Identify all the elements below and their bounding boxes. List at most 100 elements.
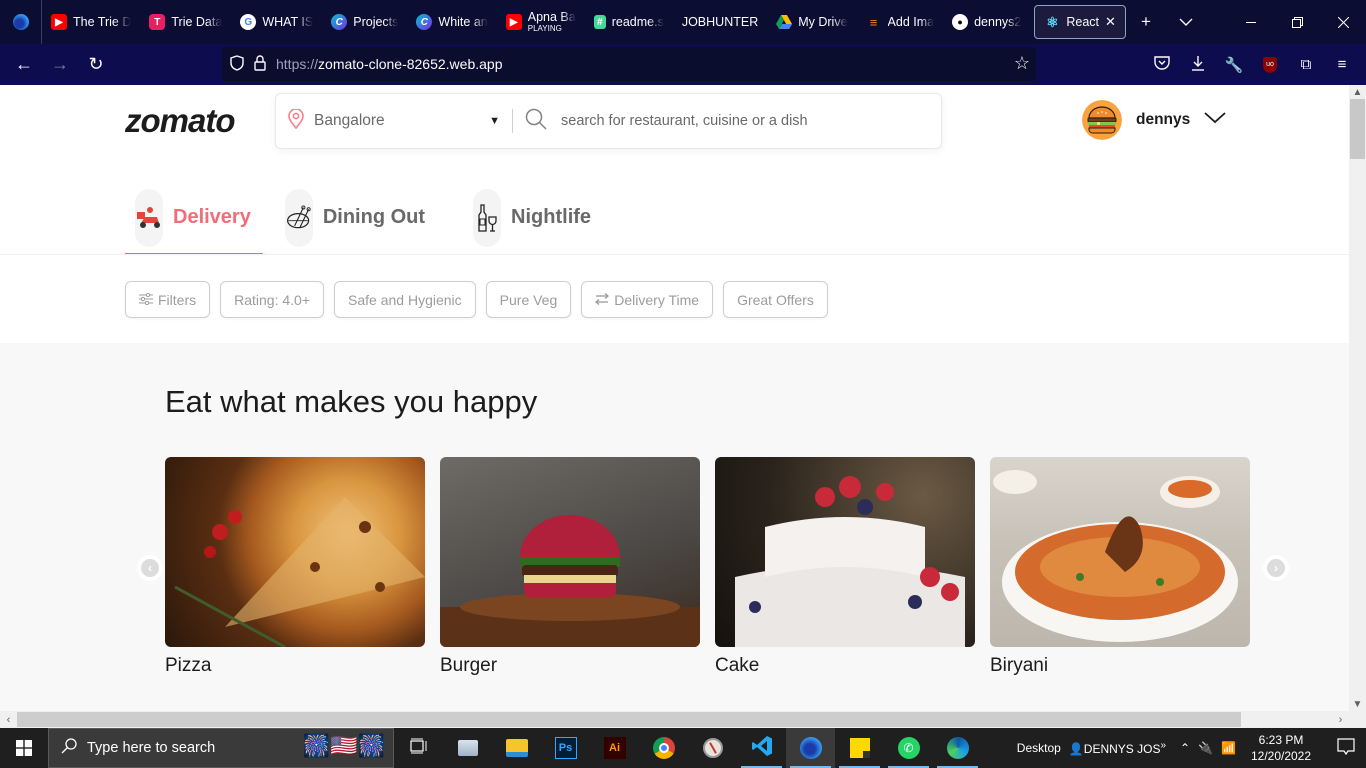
- horizontal-scroll-thumb[interactable]: [17, 712, 1241, 727]
- desktop-toolbar-label[interactable]: Desktop: [1017, 741, 1061, 755]
- trie-icon: T: [149, 14, 166, 30]
- reload-button[interactable]: ↻: [78, 47, 114, 83]
- taskbar-search[interactable]: Type here to search 🎆🇺🇸🎆: [48, 728, 394, 768]
- tab-delivery[interactable]: Delivery: [125, 180, 263, 255]
- burger-avatar-icon: [1082, 100, 1122, 140]
- scroll-right-arrow[interactable]: ›: [1332, 711, 1349, 728]
- devtools-button[interactable]: 🔧: [1216, 47, 1252, 83]
- list-all-tabs-button[interactable]: [1166, 0, 1206, 44]
- carousel-prev-button[interactable]: ‹: [141, 559, 159, 577]
- downloads-button[interactable]: [1180, 47, 1216, 83]
- browser-tab[interactable]: G WHAT IS: [231, 0, 322, 44]
- firefox-view-button[interactable]: [0, 0, 42, 44]
- browser-tab[interactable]: ≡ Add Ima: [857, 0, 944, 44]
- taskbar-app-edge[interactable]: [933, 728, 982, 768]
- user-toolbar[interactable]: 👤DENNYS JOS»: [1069, 740, 1166, 756]
- scroll-down-arrow[interactable]: ▼: [1349, 697, 1366, 711]
- user-menu[interactable]: dennys: [1082, 100, 1226, 140]
- filter-chip-great-offers[interactable]: Great Offers: [723, 281, 828, 318]
- scroll-left-arrow[interactable]: ‹: [0, 711, 17, 728]
- tab-title: Projects: [353, 15, 399, 29]
- browser-nav-bar: ← → ↻ https://zomato-clone-82652.web.app…: [0, 44, 1366, 85]
- taskbar-app-illustrator[interactable]: Ai: [590, 728, 639, 768]
- tab-title: readme.s: [611, 15, 664, 29]
- scroll-up-arrow[interactable]: ▲: [1349, 85, 1366, 99]
- photoshop-icon: Ps: [554, 737, 577, 759]
- browser-tab[interactable]: # readme.s: [585, 0, 673, 44]
- browser-tab[interactable]: C Projects: [322, 0, 407, 44]
- new-tab-button[interactable]: +: [1126, 0, 1166, 44]
- tab-nightlife[interactable]: Nightlife: [463, 180, 603, 255]
- pocket-button[interactable]: [1144, 47, 1180, 83]
- close-window-button[interactable]: [1320, 0, 1366, 44]
- browser-tab[interactable]: My Drive: [767, 0, 856, 44]
- action-center-button[interactable]: [1326, 728, 1366, 768]
- task-view-button[interactable]: [394, 728, 443, 768]
- back-button[interactable]: ←: [6, 47, 42, 83]
- monitor-chart-icon: [457, 740, 478, 756]
- taskbar-app-compass[interactable]: [688, 728, 737, 768]
- filter-chip-rating[interactable]: Rating: 4.0+: [220, 281, 325, 318]
- avatar: [1082, 100, 1122, 140]
- url-host: zomato-clone-82652.web.app: [318, 56, 503, 72]
- battery-icon[interactable]: 🔌: [1198, 741, 1213, 755]
- taskbar-app-resource-monitor[interactable]: [443, 728, 492, 768]
- extensions-button[interactable]: ⧉: [1288, 47, 1324, 83]
- dish-card-biryani[interactable]: Biryani: [990, 457, 1250, 677]
- browser-tab[interactable]: ● dennys2: [943, 0, 1030, 44]
- wifi-icon[interactable]: 📶: [1221, 741, 1236, 755]
- minimize-button[interactable]: [1228, 0, 1274, 44]
- cake-image: [715, 457, 975, 647]
- browser-tab-active[interactable]: ⚛ React ✕: [1034, 5, 1126, 39]
- tab-title: React: [1066, 15, 1100, 29]
- address-bar[interactable]: https://zomato-clone-82652.web.app ☆: [222, 47, 1036, 81]
- zomato-logo[interactable]: zomato: [125, 102, 235, 140]
- bookmark-star-icon[interactable]: ☆: [1014, 53, 1030, 74]
- tab-title: Add Ima: [887, 15, 935, 29]
- taskbar-app-sticky-notes[interactable]: [835, 728, 884, 768]
- playing-indicator: PLAYING: [527, 24, 562, 33]
- taskbar-app-whatsapp[interactable]: ✆: [884, 728, 933, 768]
- vertical-scroll-thumb[interactable]: [1350, 99, 1365, 159]
- taskbar-app-firefox[interactable]: [786, 728, 835, 768]
- vertical-scrollbar[interactable]: ▲ ▼: [1349, 85, 1366, 711]
- forward-button[interactable]: →: [42, 47, 78, 83]
- system-clock[interactable]: 6:23 PM 12/20/2022: [1244, 732, 1318, 764]
- start-button[interactable]: [0, 728, 48, 768]
- filter-chip-safe-hygienic[interactable]: Safe and Hygienic: [334, 281, 476, 318]
- toolbar-overflow-icon[interactable]: »: [1160, 740, 1166, 751]
- lock-icon[interactable]: [254, 54, 266, 74]
- app-menu-button[interactable]: ≡: [1324, 47, 1360, 83]
- close-tab-icon[interactable]: ✕: [1105, 14, 1116, 30]
- filter-chip-pure-veg[interactable]: Pure Veg: [485, 281, 572, 318]
- tracking-protection-shield-icon[interactable]: [230, 54, 244, 74]
- taskbar-app-file-explorer[interactable]: [492, 728, 541, 768]
- location-dropdown[interactable]: Bangalore ▼: [276, 107, 512, 134]
- horizontal-scrollbar[interactable]: ‹ ›: [0, 711, 1349, 728]
- taskbar-app-chrome[interactable]: [639, 728, 688, 768]
- tab-title: Apna Ba PLAYING: [528, 11, 576, 33]
- search-input[interactable]: search for restaurant, cuisine or a dish: [513, 108, 808, 134]
- dish-card-burger[interactable]: Burger: [440, 457, 700, 677]
- restore-button[interactable]: [1274, 0, 1320, 44]
- tab-dining-out[interactable]: Dining Out: [275, 180, 437, 255]
- tab-title: dennys2: [974, 15, 1022, 29]
- windows-taskbar: Type here to search 🎆🇺🇸🎆 Ps Ai ✆ Desktop…: [0, 728, 1366, 768]
- browser-tab[interactable]: ▶ Apna Ba PLAYING: [497, 0, 585, 44]
- dish-card-cake[interactable]: Cake: [715, 457, 975, 677]
- show-hidden-icons-button[interactable]: ⌃: [1180, 741, 1190, 755]
- ublock-extension-button[interactable]: uo: [1252, 47, 1288, 83]
- browser-tab[interactable]: C White an: [407, 0, 496, 44]
- tab-title: White an: [438, 15, 488, 29]
- browser-tab[interactable]: ▶ The Trie D: [42, 0, 140, 44]
- carousel-next-button[interactable]: ›: [1267, 559, 1285, 577]
- filter-chip-filters[interactable]: Filters: [125, 281, 211, 318]
- dish-card-pizza[interactable]: Pizza: [165, 457, 425, 677]
- edge-icon: [946, 737, 969, 759]
- filter-chip-delivery-time[interactable]: Delivery Time: [581, 281, 714, 318]
- browser-tab[interactable]: JOBHUNTER: [673, 0, 767, 44]
- browser-tab[interactable]: T Trie Data: [140, 0, 231, 44]
- taskbar-app-photoshop[interactable]: Ps: [541, 728, 590, 768]
- search-icon: [61, 738, 77, 758]
- taskbar-app-vscode[interactable]: [737, 728, 786, 768]
